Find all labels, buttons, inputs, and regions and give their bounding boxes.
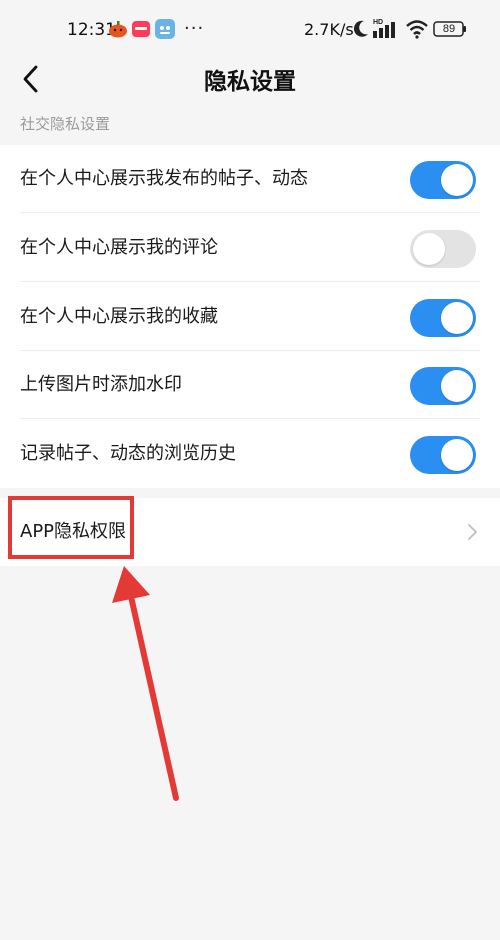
setting-label: 上传图片时添加水印 — [20, 374, 182, 395]
toggle-knob — [441, 302, 473, 334]
toggle-watermark[interactable] — [410, 367, 476, 405]
red-app-icon — [132, 21, 150, 37]
status-bar: 12:31 ··· 2.7K/s HD 89 — [0, 0, 500, 58]
divider — [20, 212, 480, 213]
network-speed: 2.7K/s — [304, 20, 354, 39]
annotation-highlight-box — [8, 496, 134, 559]
divider — [20, 418, 480, 419]
setting-label: 在个人中心展示我的评论 — [20, 237, 218, 258]
nav-bar: 隐私设置 — [0, 58, 500, 108]
signal-icon: HD — [373, 19, 395, 38]
setting-row-show-favorites: 在个人中心展示我的收藏 — [0, 283, 500, 351]
toggle-show-comments[interactable] — [410, 230, 476, 268]
toggle-knob — [413, 233, 445, 265]
toggle-show-posts[interactable] — [410, 161, 476, 199]
moon-icon — [353, 20, 368, 37]
blue-app-icon — [155, 19, 175, 39]
setting-row-watermark: 上传图片时添加水印 — [0, 351, 500, 419]
setting-row-show-posts: 在个人中心展示我发布的帖子、动态 — [0, 145, 500, 213]
setting-row-browse-history: 记录帖子、动态的浏览历史 — [0, 420, 500, 488]
setting-label: 在个人中心展示我的收藏 — [20, 306, 218, 327]
wifi-icon — [406, 20, 428, 39]
battery-icon: 89 — [433, 21, 467, 37]
chevron-right-icon — [468, 524, 477, 540]
social-privacy-settings: 在个人中心展示我发布的帖子、动态 在个人中心展示我的评论 在个人中心展示我的收藏… — [0, 145, 500, 488]
divider — [20, 281, 480, 282]
toggle-browse-history[interactable] — [410, 436, 476, 474]
svg-text:HD: HD — [373, 19, 383, 26]
more-notifications-icon: ··· — [184, 18, 205, 39]
toggle-show-favorites[interactable] — [410, 299, 476, 337]
pumpkin-app-icon — [109, 21, 127, 38]
setting-label: 在个人中心展示我发布的帖子、动态 — [20, 168, 308, 189]
setting-label: 记录帖子、动态的浏览历史 — [20, 443, 236, 464]
toggle-knob — [441, 439, 473, 471]
toggle-knob — [441, 370, 473, 402]
setting-row-show-comments: 在个人中心展示我的评论 — [0, 214, 500, 282]
battery-level: 89 — [442, 23, 456, 35]
page-title: 隐私设置 — [204, 69, 296, 95]
section-label: 社交隐私设置 — [20, 115, 111, 133]
toggle-knob — [441, 164, 473, 196]
